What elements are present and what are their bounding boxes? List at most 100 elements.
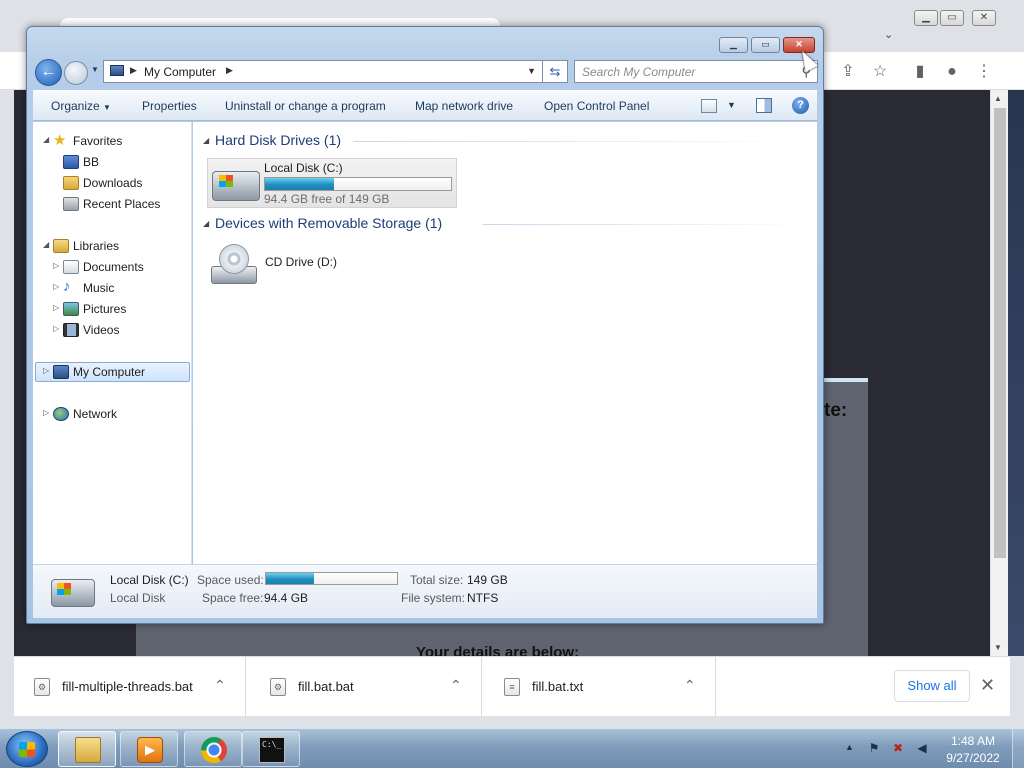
content-pane: ◢ Hard Disk Drives (1) Local Disk (C:) 9… [193, 122, 817, 564]
taskbar-media-player-button[interactable]: ▶ [120, 731, 178, 767]
chevron-up-icon[interactable]: ⌃ [214, 677, 226, 694]
download-item[interactable]: ≡ fill.bat.txt ⌃ [484, 657, 716, 717]
collapse-group-icon[interactable]: ◢ [203, 136, 209, 145]
chrome-tab-search-icon[interactable]: ⌄ [884, 28, 893, 41]
collapse-group-icon[interactable]: ◢ [203, 219, 209, 228]
nav-item-music[interactable]: ▷ ♪ Music [33, 278, 190, 298]
drive-cd-d[interactable]: CD Drive (D:) [207, 240, 367, 290]
nav-my-computer[interactable]: ▷ My Computer [35, 362, 190, 382]
pictures-icon [63, 302, 79, 316]
page-scrollbar[interactable]: ▲ ▼ [990, 90, 1008, 656]
profile-avatar-icon[interactable]: ● [940, 60, 964, 84]
expand-arrow-icon[interactable]: ◢ [43, 240, 49, 249]
side-panel-icon[interactable]: ▮ [908, 60, 932, 84]
documents-icon [63, 260, 79, 274]
clock-date[interactable]: 9/27/2022 [938, 751, 1008, 765]
expand-arrow-icon[interactable]: ▷ [53, 282, 59, 291]
expand-arrow-icon[interactable]: ▷ [53, 261, 59, 270]
nav-network[interactable]: ▷ Network [33, 404, 190, 424]
taskbar-chrome-button[interactable] [184, 731, 242, 767]
breadcrumb-my-computer[interactable]: My Computer [144, 65, 216, 79]
scrollbar-thumb[interactable] [994, 108, 1006, 558]
volume-icon[interactable]: ◀ [914, 740, 930, 756]
nav-item-documents[interactable]: ▷ Documents [33, 257, 190, 277]
chrome-menu-icon[interactable]: ⋮ [972, 60, 996, 84]
open-control-panel-button[interactable]: Open Control Panel [544, 99, 649, 113]
group-divider [353, 141, 813, 142]
nav-favorites[interactable]: ◢ ★ Favorites [33, 131, 190, 151]
chevron-up-icon[interactable]: ⌃ [684, 677, 696, 694]
expand-arrow-icon[interactable]: ▷ [43, 366, 49, 375]
drive-local-disk-c[interactable]: Local Disk (C:) 94.4 GB free of 149 GB [207, 158, 457, 208]
chevron-up-icon[interactable]: ⌃ [450, 677, 462, 694]
refresh-icon[interactable]: ⇆ [543, 60, 568, 83]
close-icon[interactable]: ✕ [980, 675, 995, 696]
nav-label: My Computer [73, 365, 146, 379]
uninstall-program-button[interactable]: Uninstall or change a program [225, 99, 386, 113]
nav-label: Recent Places [83, 197, 161, 211]
breadcrumb-arrow-icon[interactable]: ▶ [130, 65, 137, 76]
batch-file-icon: ⚙ [270, 678, 286, 696]
chrome-icon [201, 737, 227, 763]
total-size-label: Total size: [410, 573, 464, 587]
nav-item-pictures[interactable]: ▷ Pictures [33, 299, 190, 319]
cd-drive-icon [211, 244, 257, 288]
share-icon[interactable]: ⇪ [836, 60, 860, 84]
bookmark-star-icon[interactable]: ☆ [868, 60, 892, 84]
breadcrumb-arrow-icon[interactable]: ▶ [226, 65, 233, 76]
nav-item-downloads[interactable]: Downloads [33, 173, 190, 193]
videos-icon [63, 323, 79, 337]
total-size-value: 149 GB [467, 573, 508, 587]
minimize-button[interactable]: ▁ [719, 37, 748, 53]
chrome-maximize-button[interactable]: ▭ [940, 10, 964, 26]
view-options-dropdown-icon[interactable]: ▼ [727, 100, 736, 110]
nav-libraries[interactable]: ◢ Libraries [33, 236, 190, 256]
nav-label: BB [83, 155, 100, 169]
download-item[interactable]: ⚙ fill-multiple-threads.bat ⌃ [14, 657, 246, 717]
back-button[interactable]: ← [35, 59, 62, 86]
details-pane: Local Disk (C:) Local Disk Space used: S… [33, 564, 817, 618]
expand-arrow-icon[interactable]: ▷ [43, 408, 49, 417]
space-free-value: 94.4 GB [264, 591, 309, 605]
help-icon[interactable]: ? [792, 97, 809, 114]
group-header-removable-storage[interactable]: Devices with Removable Storage (1) [215, 215, 442, 231]
recent-pages-dropdown[interactable]: ▼ [91, 65, 99, 74]
show-desktop-button[interactable] [1012, 729, 1024, 768]
space-used-bar [265, 572, 398, 585]
taskbar-explorer-button[interactable] [58, 731, 116, 767]
expand-arrow-icon[interactable]: ▷ [53, 324, 59, 333]
nav-item-bb[interactable]: BB [33, 152, 190, 172]
expand-arrow-icon[interactable]: ◢ [43, 135, 49, 144]
modal-heading: te: [824, 400, 848, 421]
scroll-up-icon[interactable]: ▲ [994, 94, 1002, 103]
network-disconnected-icon[interactable]: ✖ [890, 740, 906, 756]
forward-button[interactable] [64, 61, 88, 85]
preview-pane-icon[interactable] [756, 98, 772, 113]
details-subtitle: Local Disk [110, 591, 166, 605]
show-all-downloads-button[interactable]: Show all [894, 670, 970, 702]
clock-time[interactable]: 1:48 AM [938, 734, 1008, 748]
chrome-close-button[interactable]: ✕ [972, 10, 996, 26]
start-button[interactable] [6, 731, 48, 767]
show-hidden-icons[interactable]: ▲ [845, 742, 854, 752]
computer-icon [110, 65, 124, 76]
nav-label: Pictures [83, 302, 127, 316]
address-bar[interactable]: ▶ My Computer ▶ ▼ [103, 60, 543, 83]
properties-button[interactable]: Properties [142, 99, 197, 113]
change-view-icon[interactable] [701, 99, 717, 113]
search-input[interactable]: Search My Computer ⚲ [574, 60, 818, 83]
download-item[interactable]: ⚙ fill.bat.bat ⌃ [250, 657, 482, 717]
organize-button[interactable]: Organize ▼ [51, 99, 111, 113]
expand-arrow-icon[interactable]: ▷ [53, 303, 59, 312]
map-network-drive-button[interactable]: Map network drive [415, 99, 513, 113]
chevron-down-icon: ▼ [103, 103, 111, 112]
group-header-hard-disk-drives[interactable]: Hard Disk Drives (1) [215, 132, 341, 148]
action-center-icon[interactable]: ⚑ [866, 740, 882, 756]
nav-item-videos[interactable]: ▷ Videos [33, 320, 190, 340]
scroll-down-icon[interactable]: ▼ [994, 643, 1002, 652]
maximize-button[interactable]: ▭ [751, 37, 780, 53]
nav-item-recent-places[interactable]: Recent Places [33, 194, 190, 214]
chrome-minimize-button[interactable]: ▁ [914, 10, 938, 26]
address-dropdown-icon[interactable]: ▼ [527, 66, 536, 76]
taskbar-cmd-button[interactable]: C:\_ [242, 731, 300, 767]
